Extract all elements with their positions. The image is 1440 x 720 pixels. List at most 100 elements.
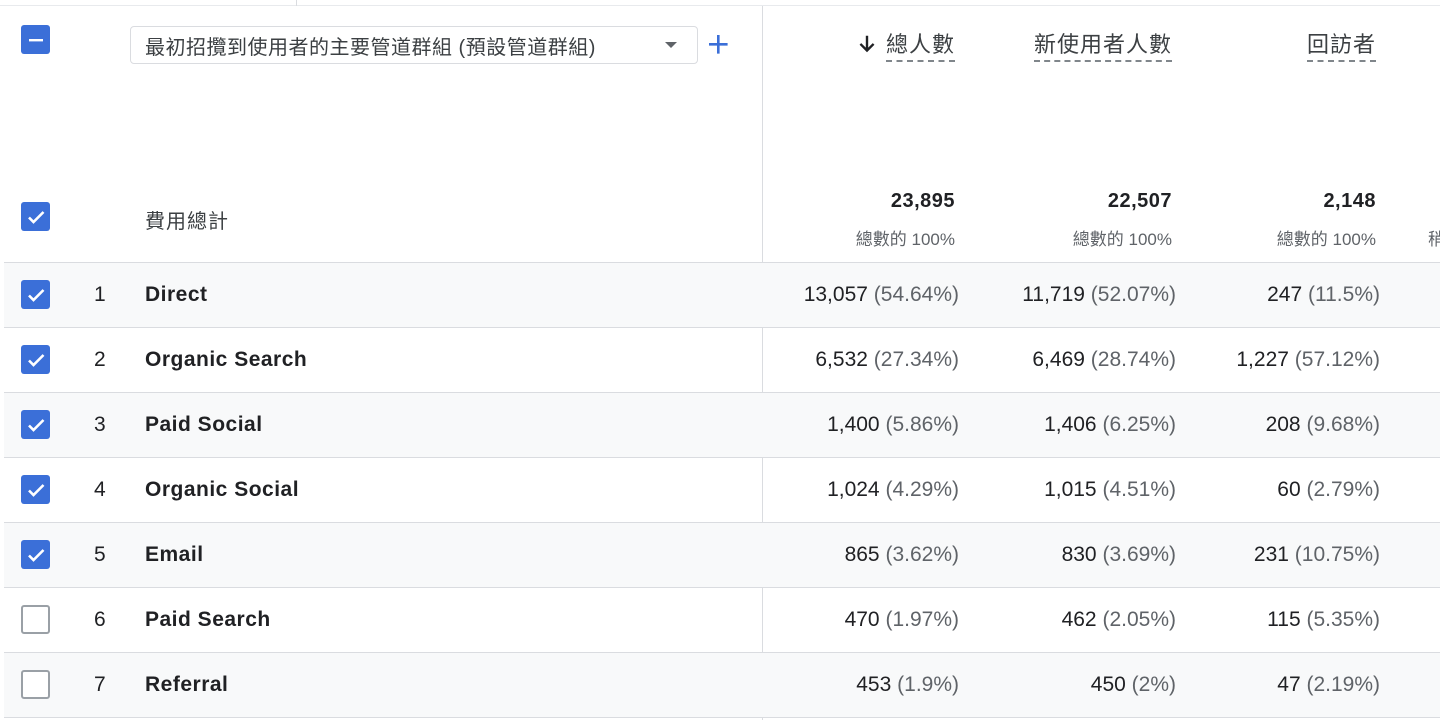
- metric-value: 247: [1267, 283, 1303, 306]
- metric-value: 450: [1090, 673, 1126, 696]
- row-dimension-value: Email: [145, 543, 204, 566]
- table-row[interactable]: 6 Paid Search 470 (1.97%) 462 (2.05%) 115 (5…: [4, 588, 1440, 653]
- metric-name: 回訪者: [1306, 27, 1376, 62]
- metric-percent: (57.12%): [1294, 348, 1380, 371]
- metric-cell: 13,057 (54.64%): [804, 263, 959, 327]
- metric-name: 總人數: [885, 27, 955, 62]
- row-checkbox[interactable]: [21, 670, 50, 699]
- metric-percent: (1.9%): [897, 673, 959, 696]
- table-row[interactable]: 7 Referral 453 (1.9%) 450 (2%) 47 (2.19%): [4, 653, 1440, 718]
- row-index: 5: [94, 543, 106, 566]
- metric-percent: (4.29%): [885, 478, 959, 501]
- metric-cell: 47 (2.19%): [1277, 653, 1380, 717]
- top-border: [0, 0, 1440, 6]
- metric-cell: 1,024 (4.29%): [827, 458, 959, 522]
- metric-value: 1,015: [1044, 478, 1097, 501]
- metric-percent: (2.79%): [1306, 478, 1380, 501]
- metric-cell: 11,719 (52.07%): [1022, 263, 1176, 327]
- metric-value: 60: [1277, 478, 1301, 501]
- row-dimension-value: Organic Search: [145, 348, 308, 371]
- metric-percent: (11.5%): [1308, 283, 1380, 306]
- metric-percent: (10.75%): [1294, 543, 1380, 566]
- checkmark-icon: [27, 483, 44, 497]
- metric-value: 1,024: [827, 478, 880, 501]
- select-all-checkbox[interactable]: [21, 25, 50, 54]
- table-row[interactable]: 2 Organic Search 6,532 (27.34%) 6,469 (28.7…: [4, 328, 1440, 393]
- metric-cell: 6,469 (28.74%): [1032, 328, 1176, 392]
- table-row[interactable]: 5 Email 865 (3.62%) 830 (3.69%) 231 (10.75%): [4, 523, 1440, 588]
- row-checkbox[interactable]: [21, 540, 50, 569]
- metric-value: 6,532: [815, 348, 868, 371]
- row-checkbox[interactable]: [21, 280, 50, 309]
- metric-cell: 453 (1.9%): [856, 653, 959, 717]
- metric-value: 231: [1253, 543, 1289, 566]
- metric-value: 208: [1265, 413, 1301, 436]
- table-row[interactable]: 1 Direct 13,057 (54.64%) 11,719 (52.07%) 247…: [4, 263, 1440, 328]
- row-index: 7: [94, 673, 106, 696]
- metric-percent: (2.05%): [1102, 608, 1176, 631]
- metric-cell: 462 (2.05%): [1062, 588, 1176, 652]
- totals-checkbox[interactable]: [21, 202, 50, 231]
- metric-percent: (6.25%): [1102, 413, 1176, 436]
- metric-percent: (2.19%): [1306, 673, 1380, 696]
- metric-value: 6,469: [1032, 348, 1085, 371]
- add-dimension-button[interactable]: [705, 28, 731, 60]
- checkmark-icon: [27, 418, 44, 432]
- metric-percent: (27.34%): [873, 348, 959, 371]
- metric-value: 453: [856, 673, 892, 696]
- total-value: 23,895: [890, 190, 955, 212]
- metric-percent: (52.07%): [1090, 283, 1176, 306]
- metric-value: 47: [1277, 673, 1301, 696]
- dimension-dropdown[interactable]: 最初招攬到使用者的主要管道群組 (預設管道群組): [130, 26, 698, 64]
- metric-value: 1,227: [1236, 348, 1289, 371]
- row-checkbox[interactable]: [21, 345, 50, 374]
- metric-percent: (9.68%): [1306, 413, 1380, 436]
- plus-icon: [709, 35, 728, 54]
- table-row[interactable]: 3 Paid Social 1,400 (5.86%) 1,406 (6.25%) 20…: [4, 393, 1440, 458]
- row-checkbox[interactable]: [21, 475, 50, 504]
- dimension-dropdown-label: 最初招攬到使用者的主要管道群組 (預設管道群組): [145, 36, 596, 59]
- metric-percent: (5.86%): [885, 413, 959, 436]
- metric-header-new-users[interactable]: 新使用者人數: [1033, 27, 1172, 62]
- metric-value: 830: [1061, 543, 1097, 566]
- metric-cell: 247 (11.5%): [1267, 263, 1380, 327]
- total-percent: 總數的 100%: [855, 230, 955, 249]
- truncated-column-text: 稍: [1428, 230, 1440, 249]
- metric-cell: 231 (10.75%): [1254, 523, 1380, 587]
- metric-cell: 6,532 (27.34%): [815, 328, 959, 392]
- checkmark-icon: [27, 210, 44, 224]
- row-dimension-value: Organic Social: [145, 478, 300, 501]
- metric-value: 115: [1267, 608, 1301, 631]
- checkmark-icon: [27, 288, 44, 302]
- minus-icon: [28, 38, 43, 41]
- totals-label: 費用總計: [145, 211, 229, 233]
- row-index: 6: [94, 608, 106, 631]
- metric-cell: 1,400 (5.86%): [827, 393, 959, 457]
- total-value: 22,507: [1107, 190, 1172, 212]
- metric-value: 462: [1061, 608, 1097, 631]
- row-index: 3: [94, 413, 106, 436]
- row-index: 4: [94, 478, 106, 501]
- metric-value: 1,406: [1044, 413, 1097, 436]
- metric-header-returning-users[interactable]: 回訪者: [1306, 27, 1376, 62]
- row-checkbox[interactable]: [21, 410, 50, 439]
- metric-header-total-users[interactable]: 總人數: [856, 27, 955, 62]
- metric-value: 11,719: [1022, 283, 1085, 306]
- row-index: 1: [94, 283, 106, 306]
- metric-percent: (5.35%): [1306, 608, 1380, 631]
- metric-value: 865: [844, 543, 880, 566]
- metric-value: 470: [844, 608, 880, 631]
- metric-percent: (3.69%): [1102, 543, 1176, 566]
- metric-cell: 208 (9.68%): [1266, 393, 1380, 457]
- row-checkbox[interactable]: [21, 605, 50, 634]
- caret-down-icon: [665, 42, 677, 48]
- metric-percent: (54.64%): [873, 283, 959, 306]
- metric-cell: 115 (5.35%): [1267, 588, 1380, 652]
- table-row[interactable]: 4 Organic Social 1,024 (4.29%) 1,015 (4.51%…: [4, 458, 1440, 523]
- metric-percent: (4.51%): [1102, 478, 1176, 501]
- metric-cell: 470 (1.97%): [845, 588, 959, 652]
- row-dimension-value: Paid Search: [145, 608, 271, 631]
- metric-cell: 60 (2.79%): [1277, 458, 1380, 522]
- total-percent: 總數的 100%: [1072, 230, 1172, 249]
- metric-cell: 450 (2%): [1091, 653, 1176, 717]
